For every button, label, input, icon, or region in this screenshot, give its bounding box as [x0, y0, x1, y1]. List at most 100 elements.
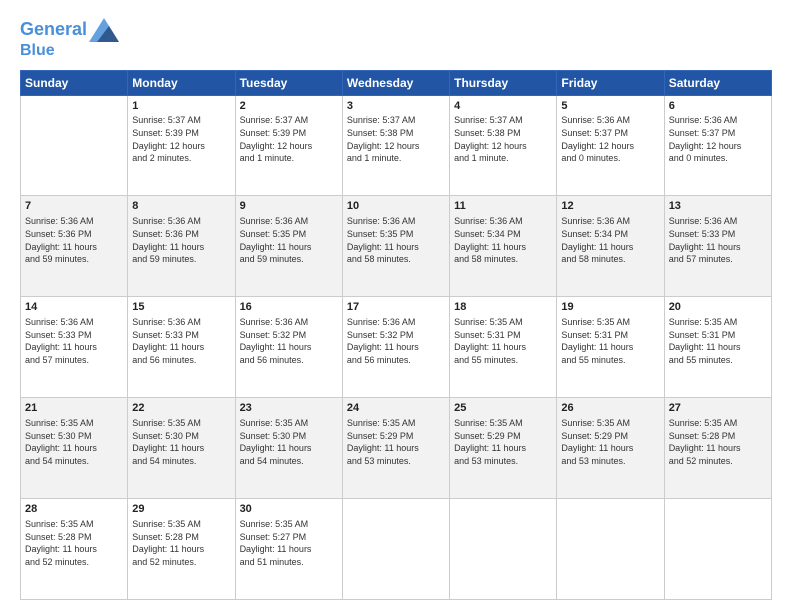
day-info: Sunrise: 5:35 AM Sunset: 5:28 PM Dayligh… [25, 518, 123, 568]
col-sunday: Sunday [21, 70, 128, 95]
logo: General Blue [20, 18, 119, 60]
day-number: 11 [454, 199, 552, 214]
calendar-week-row: 7Sunrise: 5:36 AM Sunset: 5:36 PM Daylig… [21, 196, 772, 297]
table-row: 8Sunrise: 5:36 AM Sunset: 5:36 PM Daylig… [128, 196, 235, 297]
day-info: Sunrise: 5:36 AM Sunset: 5:35 PM Dayligh… [240, 215, 338, 265]
day-info: Sunrise: 5:35 AM Sunset: 5:31 PM Dayligh… [454, 316, 552, 366]
table-row: 24Sunrise: 5:35 AM Sunset: 5:29 PM Dayli… [342, 398, 449, 499]
calendar-week-row: 14Sunrise: 5:36 AM Sunset: 5:33 PM Dayli… [21, 297, 772, 398]
header: General Blue [20, 18, 772, 60]
table-row: 25Sunrise: 5:35 AM Sunset: 5:29 PM Dayli… [450, 398, 557, 499]
table-row: 17Sunrise: 5:36 AM Sunset: 5:32 PM Dayli… [342, 297, 449, 398]
day-info: Sunrise: 5:35 AM Sunset: 5:30 PM Dayligh… [240, 417, 338, 467]
day-info: Sunrise: 5:36 AM Sunset: 5:36 PM Dayligh… [25, 215, 123, 265]
table-row: 10Sunrise: 5:36 AM Sunset: 5:35 PM Dayli… [342, 196, 449, 297]
table-row [21, 95, 128, 196]
calendar-week-row: 21 Sunrise: 5:35 AM Sunset: 5:30 PM Dayli… [21, 398, 772, 499]
day-info: Sunrise: 5:35 AM Sunset: 5:29 PM Dayligh… [347, 417, 445, 467]
day-number: 16 [240, 300, 338, 315]
day-info: Sunrise: 5:35 AM Sunset: 5:29 PM Dayligh… [454, 417, 552, 467]
day-info: Sunrise: 5:36 AM Sunset: 5:33 PM Dayligh… [669, 215, 767, 265]
day-info: Sunrise: 5:36 AM Sunset: 5:34 PM Dayligh… [561, 215, 659, 265]
day-number: 27 [669, 401, 767, 416]
table-row: 22Sunrise: 5:35 AM Sunset: 5:30 PM Dayli… [128, 398, 235, 499]
table-row: 3Sunrise: 5:37 AM Sunset: 5:38 PM Daylig… [342, 95, 449, 196]
day-number: 7 [25, 199, 123, 214]
day-info: Sunrise: 5:36 AM Sunset: 5:35 PM Dayligh… [347, 215, 445, 265]
day-number: 28 [25, 502, 123, 517]
table-row [450, 499, 557, 600]
day-info: Sunrise: 5:36 AM Sunset: 5:37 PM Dayligh… [669, 114, 767, 164]
day-number: 24 [347, 401, 445, 416]
day-number: 21 [25, 401, 123, 416]
col-tuesday: Tuesday [235, 70, 342, 95]
table-row: 23Sunrise: 5:35 AM Sunset: 5:30 PM Dayli… [235, 398, 342, 499]
day-number: 4 [454, 99, 552, 114]
day-number: 25 [454, 401, 552, 416]
page: General Blue Sunday Monday Tuesday We [0, 0, 792, 612]
day-number: 19 [561, 300, 659, 315]
day-number: 9 [240, 199, 338, 214]
table-row: 12Sunrise: 5:36 AM Sunset: 5:34 PM Dayli… [557, 196, 664, 297]
day-info: Sunrise: 5:35 AM Sunset: 5:31 PM Dayligh… [669, 316, 767, 366]
day-number: 17 [347, 300, 445, 315]
calendar-header-row: Sunday Monday Tuesday Wednesday Thursday… [21, 70, 772, 95]
day-info: Sunrise: 5:36 AM Sunset: 5:34 PM Dayligh… [454, 215, 552, 265]
day-info: Sunrise: 5:37 AM Sunset: 5:38 PM Dayligh… [347, 114, 445, 164]
day-info: Sunrise: 5:35 AM Sunset: 5:29 PM Dayligh… [561, 417, 659, 467]
table-row [664, 499, 771, 600]
table-row: 20Sunrise: 5:35 AM Sunset: 5:31 PM Dayli… [664, 297, 771, 398]
table-row: 6Sunrise: 5:36 AM Sunset: 5:37 PM Daylig… [664, 95, 771, 196]
day-number: 14 [25, 300, 123, 315]
table-row: 29Sunrise: 5:35 AM Sunset: 5:28 PM Dayli… [128, 499, 235, 600]
day-info: Sunrise: 5:37 AM Sunset: 5:39 PM Dayligh… [240, 114, 338, 164]
day-number: 30 [240, 502, 338, 517]
table-row: 15Sunrise: 5:36 AM Sunset: 5:33 PM Dayli… [128, 297, 235, 398]
table-row: 4Sunrise: 5:37 AM Sunset: 5:38 PM Daylig… [450, 95, 557, 196]
day-number: 6 [669, 99, 767, 114]
table-row [342, 499, 449, 600]
day-info: Sunrise: 5:36 AM Sunset: 5:32 PM Dayligh… [347, 316, 445, 366]
day-info: Sunrise: 5:36 AM Sunset: 5:33 PM Dayligh… [25, 316, 123, 366]
day-number: 29 [132, 502, 230, 517]
day-number: 1 [132, 99, 230, 114]
col-monday: Monday [128, 70, 235, 95]
table-row: 2Sunrise: 5:37 AM Sunset: 5:39 PM Daylig… [235, 95, 342, 196]
table-row: 7Sunrise: 5:36 AM Sunset: 5:36 PM Daylig… [21, 196, 128, 297]
calendar-week-row: 28Sunrise: 5:35 AM Sunset: 5:28 PM Dayli… [21, 499, 772, 600]
table-row [557, 499, 664, 600]
day-number: 12 [561, 199, 659, 214]
table-row: 18Sunrise: 5:35 AM Sunset: 5:31 PM Dayli… [450, 297, 557, 398]
day-number: 3 [347, 99, 445, 114]
logo-icon [89, 18, 119, 42]
day-info: Sunrise: 5:35 AM Sunset: 5:30 PM Dayligh… [132, 417, 230, 467]
day-info: Sunrise: 5:37 AM Sunset: 5:39 PM Dayligh… [132, 114, 230, 164]
day-info: Sunrise: 5:35 AM Sunset: 5:28 PM Dayligh… [669, 417, 767, 467]
day-number: 13 [669, 199, 767, 214]
day-number: 18 [454, 300, 552, 315]
table-row: 14Sunrise: 5:36 AM Sunset: 5:33 PM Dayli… [21, 297, 128, 398]
day-info: Sunrise: 5:35 AM Sunset: 5:28 PM Dayligh… [132, 518, 230, 568]
table-row: 16Sunrise: 5:36 AM Sunset: 5:32 PM Dayli… [235, 297, 342, 398]
table-row: 13Sunrise: 5:36 AM Sunset: 5:33 PM Dayli… [664, 196, 771, 297]
day-info: Sunrise: 5:36 AM Sunset: 5:37 PM Dayligh… [561, 114, 659, 164]
day-number: 8 [132, 199, 230, 214]
day-info: Sunrise: 5:35 AM Sunset: 5:27 PM Dayligh… [240, 518, 338, 568]
table-row: 1Sunrise: 5:37 AM Sunset: 5:39 PM Daylig… [128, 95, 235, 196]
day-number: 22 [132, 401, 230, 416]
table-row: 21Sunrise: 5:35 AM Sunset: 5:30 PM Dayli… [21, 398, 128, 499]
day-number: 20 [669, 300, 767, 315]
day-number: 2 [240, 99, 338, 114]
day-number: 26 [561, 401, 659, 416]
table-row: 5Sunrise: 5:36 AM Sunset: 5:37 PM Daylig… [557, 95, 664, 196]
logo-text-blue: Blue [20, 42, 55, 60]
day-info: Sunrise: 5:37 AM Sunset: 5:38 PM Dayligh… [454, 114, 552, 164]
day-number: 10 [347, 199, 445, 214]
table-row: 9Sunrise: 5:36 AM Sunset: 5:35 PM Daylig… [235, 196, 342, 297]
table-row: 26Sunrise: 5:35 AM Sunset: 5:29 PM Dayli… [557, 398, 664, 499]
col-thursday: Thursday [450, 70, 557, 95]
day-info: Sunrise: 5:35 AM Sunset: 5:31 PM Dayligh… [561, 316, 659, 366]
logo-text: General [20, 20, 87, 40]
calendar-table: Sunday Monday Tuesday Wednesday Thursday… [20, 70, 772, 600]
col-saturday: Saturday [664, 70, 771, 95]
